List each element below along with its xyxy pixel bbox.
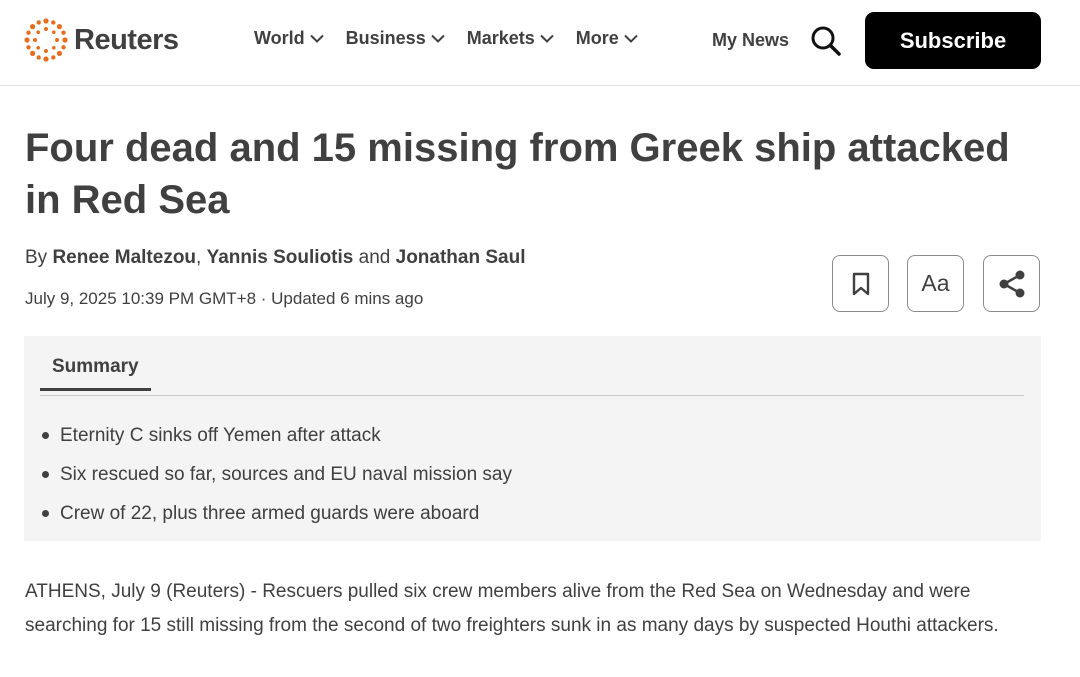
chevron-down-icon [309, 34, 324, 43]
bookmark-button[interactable] [832, 255, 889, 312]
nav-item-label: World [254, 28, 305, 48]
nav-item-label: More [575, 28, 619, 48]
nav-item-label: Markets [466, 28, 535, 48]
site-header: Reuters World Business Markets More My N… [0, 0, 1080, 86]
font-size-button[interactable]: Aa [907, 255, 964, 312]
nav-item-business[interactable]: Business [346, 28, 445, 49]
summary-item-text: Eternity C sinks off Yemen after attack [60, 424, 381, 446]
list-item: Six rescued so far, sources and EU naval… [40, 455, 512, 494]
bullet-icon [42, 510, 49, 517]
summary-item-text: Crew of 22, plus three armed guards were… [60, 502, 480, 524]
nav-item-markets[interactable]: Markets [467, 28, 554, 49]
list-item: Crew of 22, plus three armed guards were… [40, 494, 512, 533]
list-item: Eternity C sinks off Yemen after attack [40, 416, 512, 455]
author-link[interactable]: Yannis Souliotis [207, 247, 354, 268]
nav-item-world[interactable]: World [254, 28, 324, 49]
brand-name: Reuters [74, 23, 179, 56]
main-nav: World Business Markets More [254, 28, 638, 49]
article-dateline: July 9, 2025 10:39 PM GMT+8 · Updated 6 … [25, 289, 424, 308]
nav-item-label: Business [345, 28, 426, 48]
bullet-icon [42, 432, 49, 439]
summary-item-text: Six rescued so far, sources and EU naval… [60, 463, 512, 485]
subscribe-button[interactable]: Subscribe [865, 12, 1041, 69]
reuters-dots-logo-icon [24, 18, 68, 62]
author-link[interactable]: Jonathan Saul [396, 247, 526, 268]
byline-separator: , [196, 247, 207, 268]
byline: By Renee Maltezou, Yannis Souliotis and … [25, 247, 525, 269]
article-body-paragraph: ATHENS, July 9 (Reuters) - Rescuers pull… [25, 581, 999, 636]
byline-prefix: By [25, 247, 53, 268]
chevron-down-icon [431, 34, 445, 43]
tab-summary[interactable]: Summary [40, 356, 151, 391]
bullet-icon [42, 471, 49, 478]
chevron-down-icon [624, 34, 638, 43]
summary-list: Eternity C sinks off Yemen after attack … [40, 416, 512, 533]
share-button[interactable] [983, 255, 1040, 312]
my-news-link[interactable]: My News [712, 30, 789, 51]
author-link[interactable]: Renee Maltezou [52, 247, 196, 268]
chevron-down-icon [540, 34, 554, 43]
divider [40, 395, 1024, 396]
search-icon[interactable] [810, 25, 842, 57]
nav-item-more[interactable]: More [576, 28, 638, 49]
summary-box: Summary Eternity C sinks off Yemen after… [24, 336, 1041, 541]
bookmark-icon [852, 272, 869, 295]
byline-separator: and [353, 247, 396, 268]
font-size-icon: Aa [921, 270, 950, 296]
share-icon [999, 270, 1024, 297]
article-headline: Four dead and 15 missing from Greek ship… [25, 126, 1010, 222]
reuters-logo[interactable]: Reuters [24, 18, 179, 62]
